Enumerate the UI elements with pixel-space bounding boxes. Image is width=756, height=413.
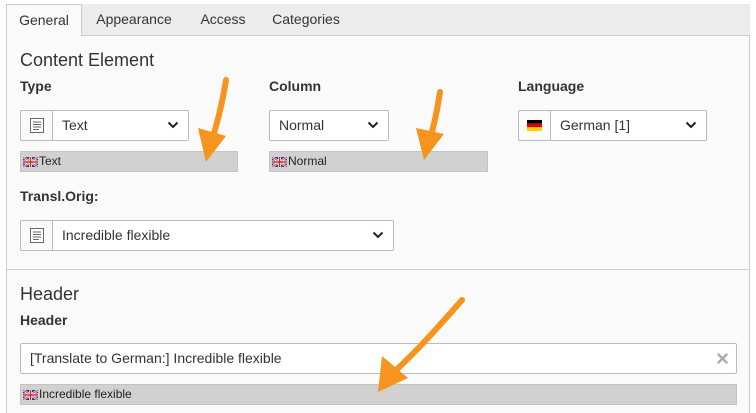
header-original-text: Incredible flexible <box>39 387 132 401</box>
chevron-down-icon <box>367 121 379 129</box>
column-original-value: Normal <box>269 151 488 172</box>
column-select-value: Normal <box>279 117 325 133</box>
tab-categories[interactable]: Categories <box>260 4 352 36</box>
language-select-value: German [1] <box>560 117 631 133</box>
flag-de-icon <box>518 110 551 141</box>
type-label: Type <box>20 78 52 94</box>
language-label: Language <box>518 78 585 94</box>
content-element-title: Content Element <box>20 50 155 70</box>
header-field-label: Header <box>20 312 68 328</box>
header-section-title: Header <box>20 284 80 304</box>
tab-bar: General Appearance Access Categories <box>6 4 750 37</box>
transl-orig-select[interactable]: Incredible flexible <box>20 220 394 251</box>
chevron-down-icon <box>685 121 697 129</box>
header-input[interactable]: [Translate to German:] Incredible flexib… <box>20 343 737 374</box>
chevron-down-icon <box>167 121 179 129</box>
type-original-text: Text <box>39 154 62 168</box>
clear-icon[interactable] <box>717 353 728 364</box>
tab-access[interactable]: Access <box>186 4 260 36</box>
header-original-value: Incredible flexible <box>20 384 737 405</box>
column-select[interactable]: Normal <box>269 110 389 141</box>
text-content-icon <box>20 220 53 251</box>
language-select[interactable]: German [1] <box>518 110 707 141</box>
transl-orig-select-value: Incredible flexible <box>62 227 171 243</box>
type-select-value: Text <box>62 117 88 133</box>
transl-orig-label: Transl.Orig: <box>20 188 99 204</box>
tab-general[interactable]: General <box>6 4 82 37</box>
tab-appearance[interactable]: Appearance <box>82 4 186 36</box>
flag-uk-icon <box>23 389 38 400</box>
chevron-down-icon <box>372 231 384 239</box>
flag-uk-icon <box>23 156 38 167</box>
column-label: Column <box>269 78 322 94</box>
header-input-value: [Translate to German:] Incredible flexib… <box>30 350 282 366</box>
flag-uk-icon <box>272 156 287 167</box>
type-original-value: Text <box>20 151 238 172</box>
section-divider <box>6 269 750 270</box>
column-original-text: Normal <box>288 154 327 168</box>
type-select[interactable]: Text <box>20 110 189 141</box>
text-content-icon <box>20 110 53 141</box>
